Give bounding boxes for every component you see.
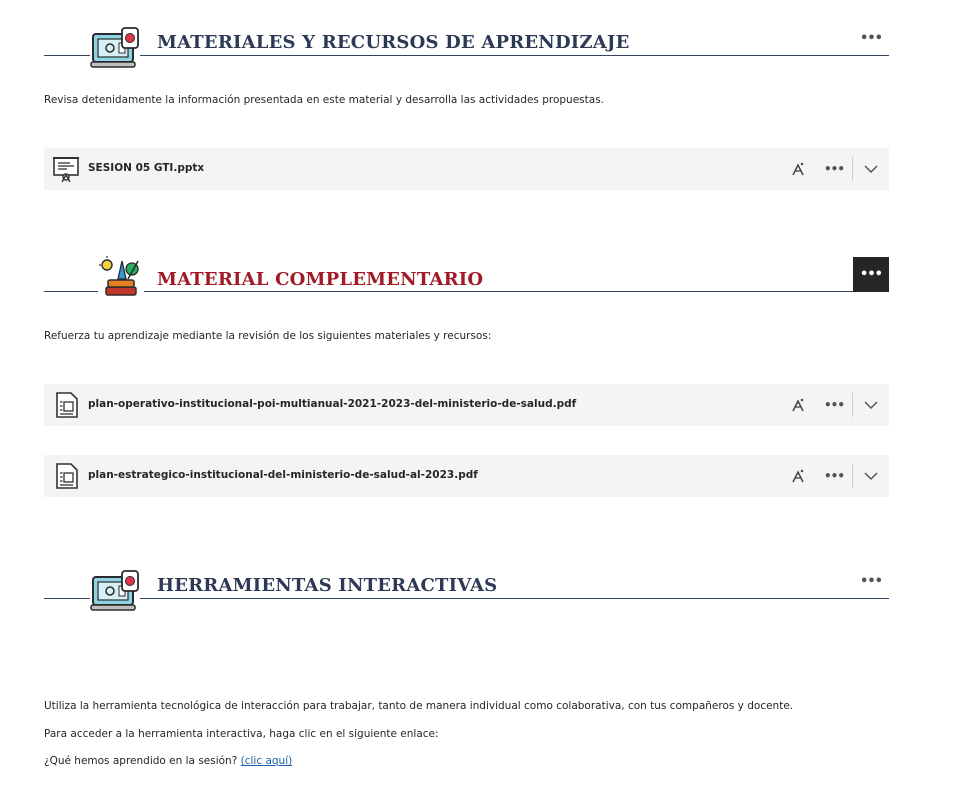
section-divider [44, 55, 889, 56]
section-more-button[interactable]: ••• [853, 257, 889, 292]
chevron-down-icon[interactable] [859, 157, 883, 181]
file-name[interactable]: plan-estrategico-institucional-del-minis… [88, 469, 478, 481]
file-more-button[interactable]: ••• [822, 157, 846, 181]
section-more-button[interactable]: ••• [854, 21, 888, 55]
file-name[interactable]: plan-operativo-institucional-poi-multian… [88, 398, 576, 410]
section-more-button[interactable]: ••• [854, 564, 888, 598]
section-title: MATERIALES Y RECURSOS DE APRENDIZAJE [157, 32, 630, 53]
section-title: MATERIAL COMPLEMENTARIO [157, 269, 484, 290]
visibility-toggle-icon[interactable] [786, 157, 810, 181]
visibility-toggle-icon[interactable] [786, 393, 810, 417]
paragraph: Para acceder a la herramienta interactiv… [44, 728, 439, 740]
question-line: ¿Qué hemos aprendido en la sesión? (clic… [44, 755, 292, 767]
row-divider [852, 464, 853, 488]
chevron-down-icon[interactable] [859, 393, 883, 417]
presentation-icon [52, 155, 80, 183]
row-divider [852, 157, 853, 181]
file-more-button[interactable]: ••• [822, 393, 846, 417]
file-more-button[interactable]: ••• [822, 464, 846, 488]
section-description: Refuerza tu aprendizaje mediante la revi… [44, 330, 492, 342]
computer-screen-icon [90, 26, 140, 72]
file-row[interactable]: plan-estrategico-institucional-del-minis… [44, 455, 889, 497]
paragraph: Utiliza la herramienta tecnológica de in… [44, 700, 794, 712]
section-divider [44, 291, 854, 292]
file-name[interactable]: SESION 05 GTI.pptx [88, 162, 204, 174]
section-description: Revisa detenidamente la información pres… [44, 94, 604, 106]
row-divider [852, 393, 853, 417]
file-row[interactable]: plan-operativo-institucional-poi-multian… [44, 384, 889, 426]
section-title: HERRAMIENTAS INTERACTIVAS [157, 575, 498, 596]
study-materials-icon [98, 255, 144, 299]
interactive-tool-link[interactable]: (clic aquí) [241, 755, 293, 767]
file-row[interactable]: SESION 05 GTI.pptx ••• [44, 148, 889, 190]
visibility-toggle-icon[interactable] [786, 464, 810, 488]
chevron-down-icon[interactable] [859, 464, 883, 488]
document-icon [52, 462, 80, 490]
computer-screen-icon [90, 569, 140, 615]
section-divider [44, 598, 889, 599]
question-text: ¿Qué hemos aprendido en la sesión? [44, 755, 238, 767]
document-icon [52, 391, 80, 419]
